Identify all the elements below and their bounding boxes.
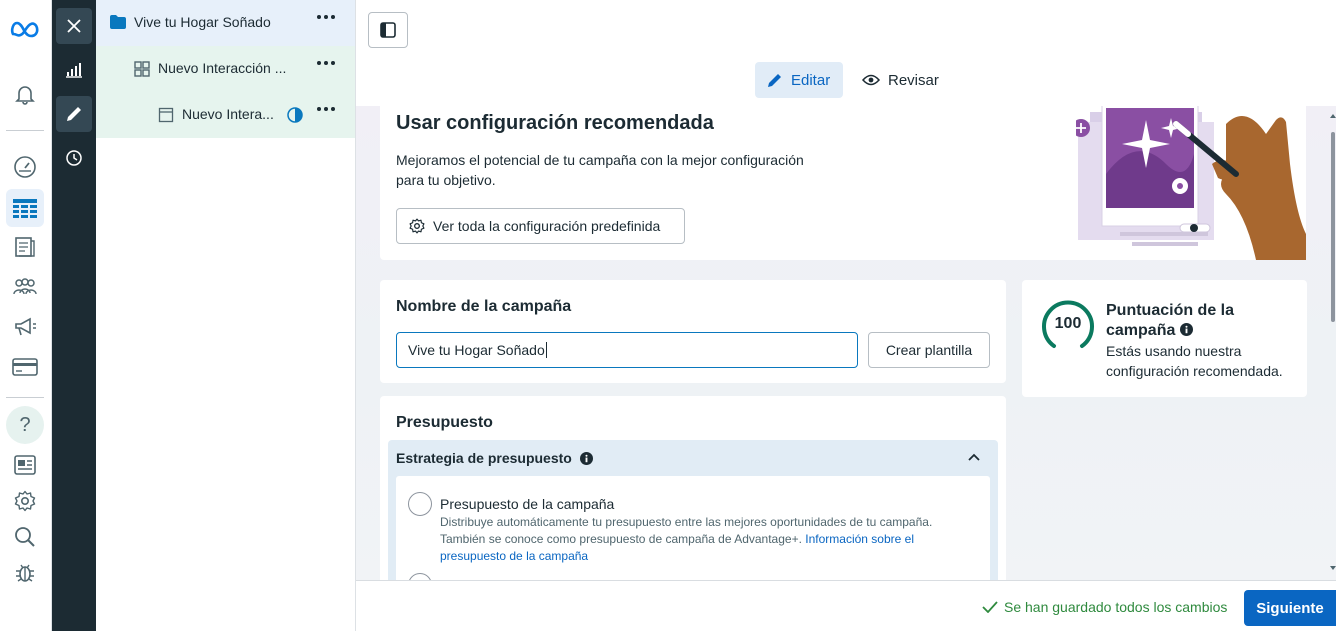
folder-icon <box>110 15 126 32</box>
campaign-name-card: Nombre de la campaña Vive tu Hogar Soñad… <box>380 280 1006 383</box>
budget-strategy-section: Estrategia de presupuesto Presupuesto de… <box>388 440 998 580</box>
audiences-icon[interactable] <box>6 268 44 306</box>
review-mode-button[interactable]: Revisar <box>852 62 942 98</box>
budget-options-box: Presupuesto de la campaña Distribuye aut… <box>396 476 990 580</box>
second-budget-radio[interactable] <box>408 573 432 580</box>
catalog-icon[interactable] <box>6 228 44 266</box>
editor-footer: Se han guardado todos los cambios Siguie… <box>356 580 1336 631</box>
next-button[interactable]: Siguiente <box>1244 590 1336 626</box>
recommended-description: Mejoramos el potencial de tu campaña con… <box>396 152 804 188</box>
toggle-sidebar-button[interactable] <box>368 12 408 48</box>
chevron-up-icon[interactable] <box>968 453 980 461</box>
campaign-more-icon[interactable] <box>317 15 335 19</box>
billing-card-icon[interactable] <box>6 348 44 386</box>
next-button-label: Siguiente <box>1256 599 1324 617</box>
view-default-settings-button[interactable]: Ver toda la configuración predefinida <box>396 208 685 244</box>
save-status: Se han guardado todos los cambios <box>982 599 1227 615</box>
text-cursor <box>545 342 547 358</box>
score-description: Estás usando nuestra configuración recom… <box>1106 343 1283 379</box>
campaign-name-input[interactable]: Vive tu Hogar Soñado <box>396 332 858 368</box>
tree-item-ad[interactable]: Nuevo Intera... <box>96 92 355 138</box>
budget-title: Presupuesto <box>396 414 493 431</box>
score-value: 100 <box>1054 315 1082 332</box>
clock-icon[interactable] <box>56 140 92 176</box>
canvas-scrollbar[interactable] <box>1330 106 1336 580</box>
score-title: Puntuación de la campaña <box>1106 301 1286 341</box>
tree-adset-label: Nuevo Interacción ... <box>158 60 287 76</box>
recommended-settings-card: Usar configuración recomendada Mejoramos… <box>380 106 1306 260</box>
create-template-button[interactable]: Crear plantilla <box>868 332 990 368</box>
pencil-icon[interactable] <box>56 96 92 132</box>
campaign-budget-label: Presupuesto de la campaña <box>440 496 615 512</box>
ad-frame-icon <box>158 107 174 126</box>
view-default-settings-label: Ver toda la configuración predefinida <box>433 218 661 234</box>
chart-icon[interactable] <box>56 52 92 88</box>
budget-card: Presupuesto Estrategia de presupuesto Pr… <box>380 396 1006 580</box>
editor-canvas: Usar configuración recomendada Mejoramos… <box>356 106 1336 580</box>
edit-label: Editar <box>791 71 831 89</box>
tree-item-adset[interactable]: Nuevo Interacción ... <box>96 46 355 92</box>
budget-strategy-title: Estrategia de presupuesto <box>396 450 572 466</box>
help-glyph: ? <box>19 413 31 436</box>
scrollbar-down-arrow[interactable] <box>1330 566 1336 570</box>
campaign-budget-description: Distribuye automáticamente tu presupuest… <box>440 514 970 565</box>
campaign-name-title: Nombre de la campaña <box>396 298 572 315</box>
half-circle-status-icon <box>286 106 304 127</box>
notifications-bell-icon[interactable] <box>6 75 44 113</box>
bug-report-icon[interactable] <box>6 554 44 592</box>
scrollbar-up-arrow[interactable] <box>1330 114 1336 118</box>
recommended-title: Usar configuración recomendada <box>396 112 714 134</box>
gear-icon <box>409 218 425 234</box>
budget-strategy-header[interactable]: Estrategia de presupuesto <box>388 440 998 476</box>
checkmark-icon <box>982 601 998 613</box>
pencil-icon <box>768 74 781 87</box>
grid-icon <box>134 61 150 80</box>
review-label: Revisar <box>888 71 939 89</box>
ad-more-icon[interactable] <box>317 107 335 111</box>
campaigns-megaphone-icon[interactable] <box>6 308 44 346</box>
main-editor: Editar Revisar Usar configuración recome… <box>356 0 1336 631</box>
settings-gear-icon[interactable] <box>6 482 44 520</box>
news-icon[interactable] <box>6 446 44 484</box>
campaign-budget-radio[interactable] <box>408 492 432 516</box>
rail-divider <box>6 397 44 398</box>
campaign-tree-panel: Vive tu Hogar Soñado Nuevo Interacción .… <box>96 0 356 631</box>
info-icon[interactable] <box>579 451 593 465</box>
eye-icon <box>862 74 880 86</box>
editor-tool-column <box>52 0 96 631</box>
campaign-score-card: 100 Puntuación de la campaña Estás usand… <box>1022 280 1307 397</box>
adset-more-icon[interactable] <box>317 61 335 65</box>
global-nav-rail: ? <box>0 0 52 631</box>
dashboard-gauge-icon[interactable] <box>6 148 44 186</box>
tree-ad-label: Nuevo Intera... <box>182 106 274 122</box>
tree-item-campaign[interactable]: Vive tu Hogar Soñado <box>96 0 355 46</box>
close-icon[interactable] <box>56 8 92 44</box>
edit-mode-button[interactable]: Editar <box>755 62 843 98</box>
score-title-text: Puntuación de la campaña <box>1106 302 1235 339</box>
help-icon[interactable]: ? <box>6 406 44 444</box>
rail-divider <box>6 130 44 131</box>
meta-logo-icon[interactable] <box>6 10 44 48</box>
sidebar-panel-icon <box>380 22 396 38</box>
ads-manager-table-icon[interactable] <box>6 189 44 227</box>
recommended-illustration <box>1076 106 1306 260</box>
info-icon[interactable] <box>1179 323 1193 336</box>
scrollbar-thumb[interactable] <box>1331 132 1335 322</box>
tree-campaign-label: Vive tu Hogar Soñado <box>134 14 271 30</box>
search-icon[interactable] <box>6 518 44 556</box>
save-status-text: Se han guardado todos los cambios <box>1004 599 1228 615</box>
campaign-name-value: Vive tu Hogar Soñado <box>408 342 545 358</box>
create-template-label: Crear plantilla <box>885 342 973 358</box>
